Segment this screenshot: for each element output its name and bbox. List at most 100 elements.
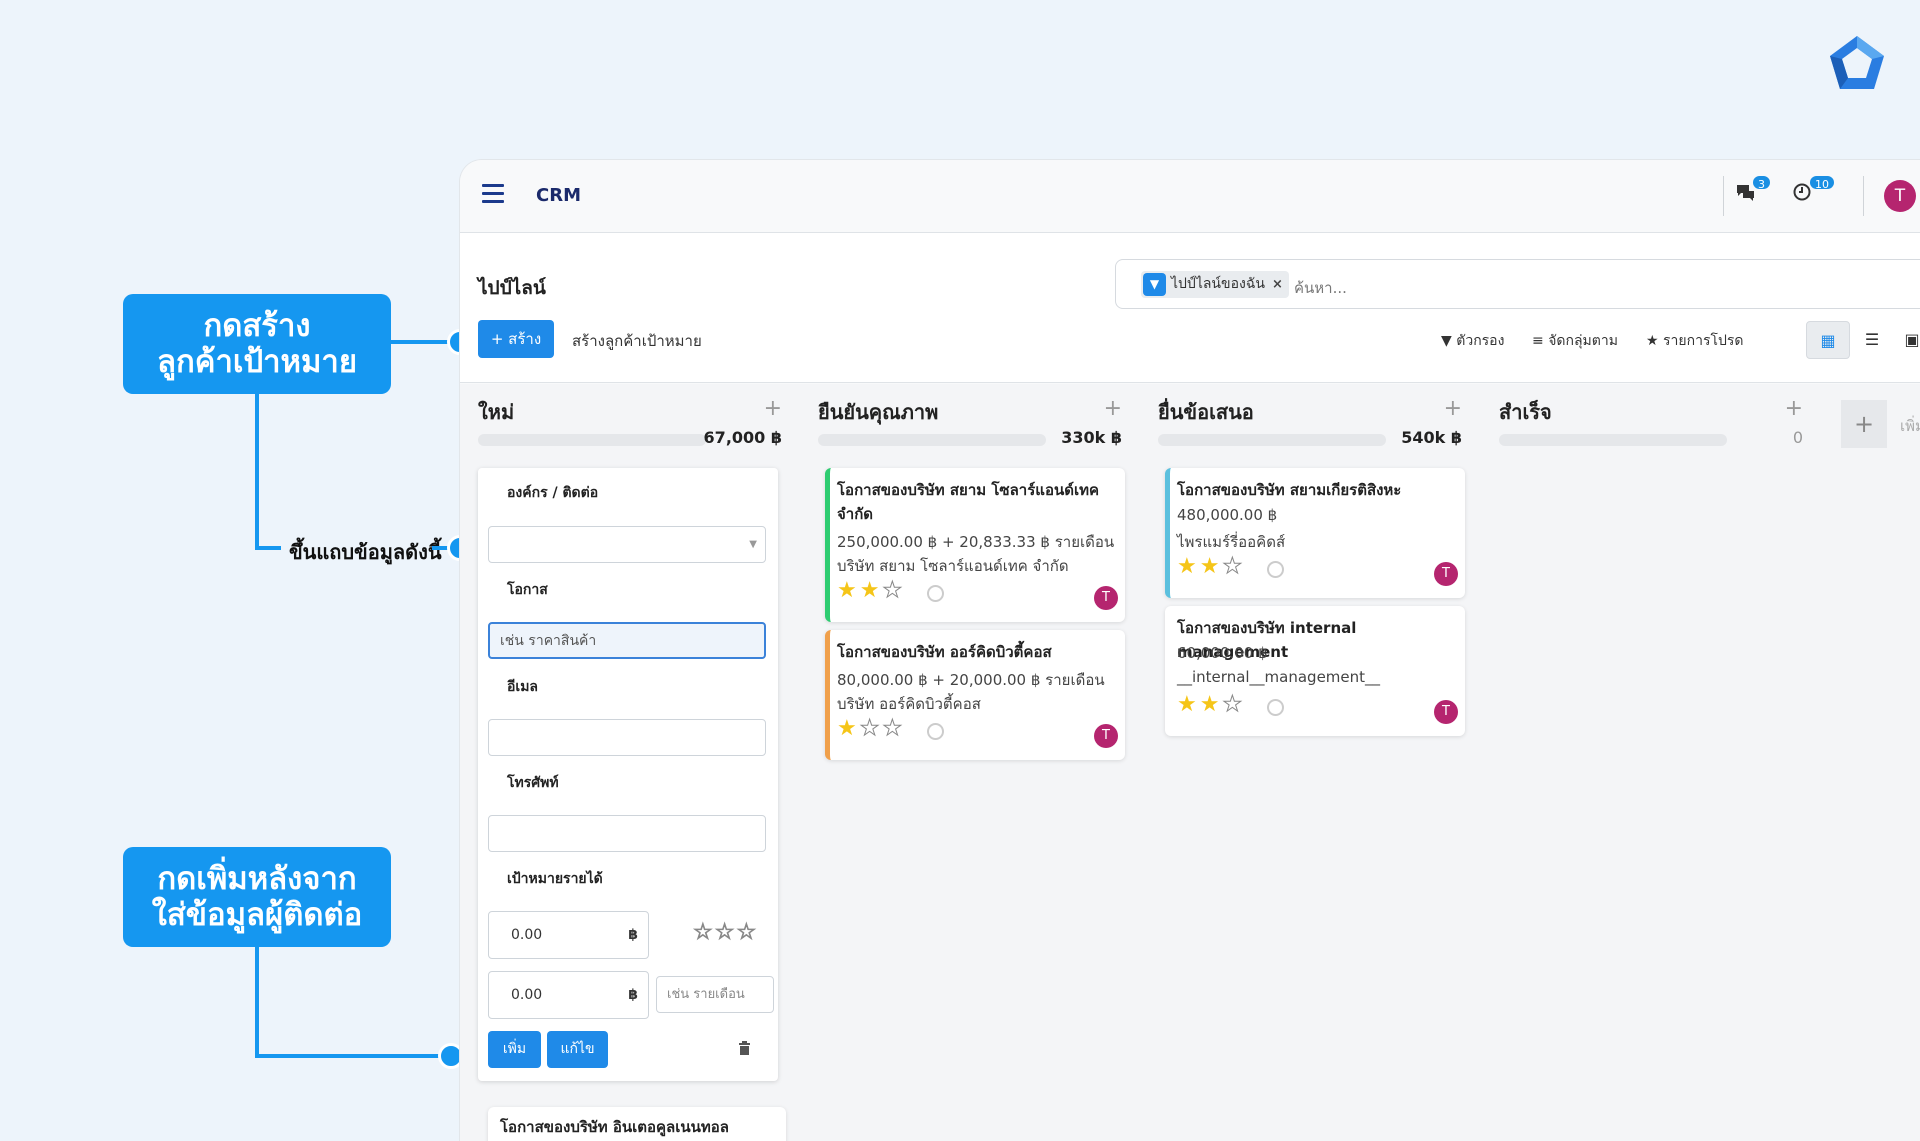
column-progress-bar[interactable] bbox=[478, 434, 706, 446]
generate-leads-button[interactable]: สร้างลูกค้าเป้าหมาย bbox=[572, 329, 702, 353]
card-company: บริษัท สยาม โซลาร์แอนด์เทค จำกัด bbox=[837, 557, 1069, 575]
user-avatar[interactable]: T bbox=[1884, 180, 1916, 212]
chevron-down-icon: ▼ bbox=[749, 539, 757, 550]
column-add-icon[interactable]: + bbox=[1104, 396, 1122, 421]
group-by-label: จัดกลุ่มตาม bbox=[1548, 333, 1618, 349]
expected-revenue-value: 0.00 bbox=[511, 927, 543, 943]
opportunity-field[interactable]: เช่น ราคาสินค้า bbox=[488, 622, 766, 659]
phone-field[interactable] bbox=[488, 815, 766, 852]
group-by-icon: ≡ bbox=[1532, 333, 1544, 349]
org-contact-field[interactable]: ▼ bbox=[488, 526, 766, 563]
filter-icon: ▼ bbox=[1441, 333, 1452, 349]
priority-stars[interactable]: ★★★ bbox=[837, 578, 905, 604]
connector-form-vertical bbox=[255, 394, 259, 550]
recurring-plan-placeholder: เช่น รายเดือน bbox=[667, 987, 745, 1002]
star-icon: ★ bbox=[1646, 333, 1659, 349]
filters-button[interactable]: ▼ ตัวกรอง bbox=[1441, 330, 1504, 352]
add-column-button[interactable]: + bbox=[1841, 400, 1887, 448]
kanban-column-header: ยืนยันคุณภาพ + 330k ฿ bbox=[818, 396, 1122, 456]
search-bar[interactable]: ▼ ไปป์ไลน์ของฉัน × ค้นหา... bbox=[1115, 259, 1920, 309]
breadcrumb: ไปป์ไลน์ bbox=[478, 277, 546, 299]
search-facet-label: ไปป์ไลน์ของฉัน bbox=[1171, 276, 1265, 292]
activity-clock-icon[interactable] bbox=[1267, 699, 1284, 716]
priority-stars[interactable]: ☆☆☆ bbox=[692, 920, 758, 946]
activity-clock-icon[interactable] bbox=[1267, 561, 1284, 578]
callout-create-target: กดสร้าง ลูกค้าเป้าหมาย bbox=[123, 294, 391, 394]
card-avatar[interactable]: T bbox=[1094, 724, 1118, 748]
messages-icon[interactable]: 3 bbox=[1735, 174, 1772, 212]
connector-form-horizontal bbox=[255, 546, 281, 550]
group-by-button[interactable]: ≡ จัดกลุ่มตาม bbox=[1532, 330, 1618, 352]
messages-badge: 3 bbox=[1751, 174, 1772, 191]
column-add-icon[interactable]: + bbox=[1785, 396, 1803, 421]
column-progress-bar[interactable] bbox=[1158, 434, 1386, 446]
callout-create-target-line1: กดสร้าง bbox=[203, 308, 311, 344]
add-button[interactable]: เพิ่ม bbox=[488, 1031, 541, 1068]
kanban-column-header: ใหม่ + 67,000 ฿ bbox=[478, 396, 782, 456]
column-title: สำเร็จ bbox=[1499, 400, 1552, 424]
card-avatar[interactable]: T bbox=[1094, 586, 1118, 610]
activities-badge: 10 bbox=[1808, 174, 1836, 191]
kanban-column-header: ยื่นข้อเสนอ + 540k ฿ bbox=[1158, 396, 1462, 456]
expected-revenue-field[interactable]: 0.00 ฿ bbox=[488, 911, 649, 959]
lead-card[interactable]: โอกาสของบริษัท สยาม โซลาร์แอนด์เทค จำกัด… bbox=[825, 468, 1125, 622]
filters-label: ตัวกรอง bbox=[1456, 333, 1505, 349]
column-progress-bar[interactable] bbox=[1499, 434, 1727, 446]
navbar-divider bbox=[1723, 176, 1724, 216]
card-revenue: 250,000.00 ฿ + 20,833.33 ฿ รายเดือน bbox=[837, 533, 1115, 551]
revenue-label: เป้าหมายรายได้ bbox=[507, 871, 603, 887]
search-input[interactable]: ค้นหา... bbox=[1294, 276, 1347, 300]
org-contact-label: องค์กร / ติดต่อ bbox=[507, 485, 599, 501]
lead-card[interactable]: โอกาสของบริษัท อินเตอคูลเนนทอล bbox=[488, 1107, 786, 1141]
column-title: ยืนยันคุณภาพ bbox=[818, 400, 939, 424]
column-total: 540k ฿ bbox=[1401, 428, 1462, 447]
email-label: อีเมล bbox=[507, 679, 539, 695]
favorites-button[interactable]: ★ รายการโปรด bbox=[1646, 330, 1743, 352]
priority-stars[interactable]: ★★★ bbox=[1177, 554, 1245, 580]
connector-add-vertical bbox=[255, 947, 259, 1058]
email-field[interactable] bbox=[488, 719, 766, 756]
column-title: ยื่นข้อเสนอ bbox=[1158, 400, 1254, 424]
kanban-board: ใหม่ + 67,000 ฿ ยืนยันคุณภาพ + 330k ฿ ยื… bbox=[460, 384, 1920, 1141]
callout-add-after-line1: กดเพิ่มหลังจาก bbox=[157, 861, 357, 897]
card-title: โอกาสของบริษัท สยามเกียรติสิงหะ bbox=[1177, 481, 1402, 499]
top-navbar: CRM 3 10 T bbox=[460, 160, 1920, 233]
card-company: ไพรแมร์รี่ออคิดส์ bbox=[1177, 533, 1286, 551]
activity-clock-icon[interactable] bbox=[927, 723, 944, 740]
trash-icon[interactable] bbox=[738, 1041, 751, 1059]
calendar-view-icon[interactable]: ▣ bbox=[1890, 321, 1920, 359]
kanban-view-icon[interactable]: ▦ bbox=[1806, 321, 1850, 359]
column-total: 330k ฿ bbox=[1061, 428, 1122, 447]
lead-card[interactable]: โอกาสของบริษัท สยามเกียรติสิงหะ 480,000.… bbox=[1165, 468, 1465, 598]
edit-button[interactable]: แก้ไข bbox=[547, 1031, 608, 1068]
lead-card[interactable]: โอกาสของบริษัท ออร์คิดบิวตี้คอส 80,000.0… bbox=[825, 630, 1125, 760]
activities-clock-icon[interactable]: 10 bbox=[1792, 174, 1836, 212]
activity-clock-icon[interactable] bbox=[927, 585, 944, 602]
opportunity-label: โอกาส bbox=[507, 582, 548, 598]
column-add-icon[interactable]: + bbox=[764, 396, 782, 421]
recurring-plan-select[interactable]: เช่น รายเดือน bbox=[656, 976, 774, 1013]
column-add-icon[interactable]: + bbox=[1444, 396, 1462, 421]
create-button[interactable]: + สร้าง bbox=[478, 320, 554, 358]
card-company: บริษัท ออร์คิดบิวตี้คอส bbox=[837, 695, 981, 713]
callout-add-after: กดเพิ่มหลังจาก ใส่ข้อมูลผู้ติดต่อ bbox=[123, 847, 391, 947]
callout-add-after-line2: ใส่ข้อมูลผู้ติดต่อ bbox=[151, 897, 363, 933]
app-name[interactable]: CRM bbox=[536, 185, 581, 206]
list-view-icon[interactable]: ☰ bbox=[1850, 321, 1894, 359]
recurring-revenue-field[interactable]: 0.00 ฿ bbox=[488, 971, 649, 1019]
remove-facet-icon[interactable]: × bbox=[1272, 271, 1283, 298]
filter-icon: ▼ bbox=[1143, 273, 1166, 296]
card-revenue: 480,000.00 ฿ bbox=[1177, 506, 1278, 524]
column-progress-bar[interactable] bbox=[818, 434, 1046, 446]
priority-stars[interactable]: ★★★ bbox=[1177, 692, 1245, 718]
add-column-label[interactable]: เพิ่ม bbox=[1900, 414, 1920, 438]
favorites-label: รายการโปรด bbox=[1663, 333, 1744, 349]
kanban-column-header: สำเร็จ + 0 bbox=[1499, 396, 1803, 456]
priority-stars[interactable]: ★★★ bbox=[837, 716, 905, 742]
lead-card[interactable]: โอกาสของบริษัท internal management 60,00… bbox=[1165, 606, 1465, 736]
callout-create-target-line2: ลูกค้าเป้าหมาย bbox=[156, 344, 358, 380]
card-avatar[interactable]: T bbox=[1434, 562, 1458, 586]
card-avatar[interactable]: T bbox=[1434, 700, 1458, 724]
menu-icon[interactable] bbox=[482, 184, 504, 204]
card-title: โอกาสของบริษัท อินเตอคูลเนนทอล bbox=[500, 1118, 729, 1136]
